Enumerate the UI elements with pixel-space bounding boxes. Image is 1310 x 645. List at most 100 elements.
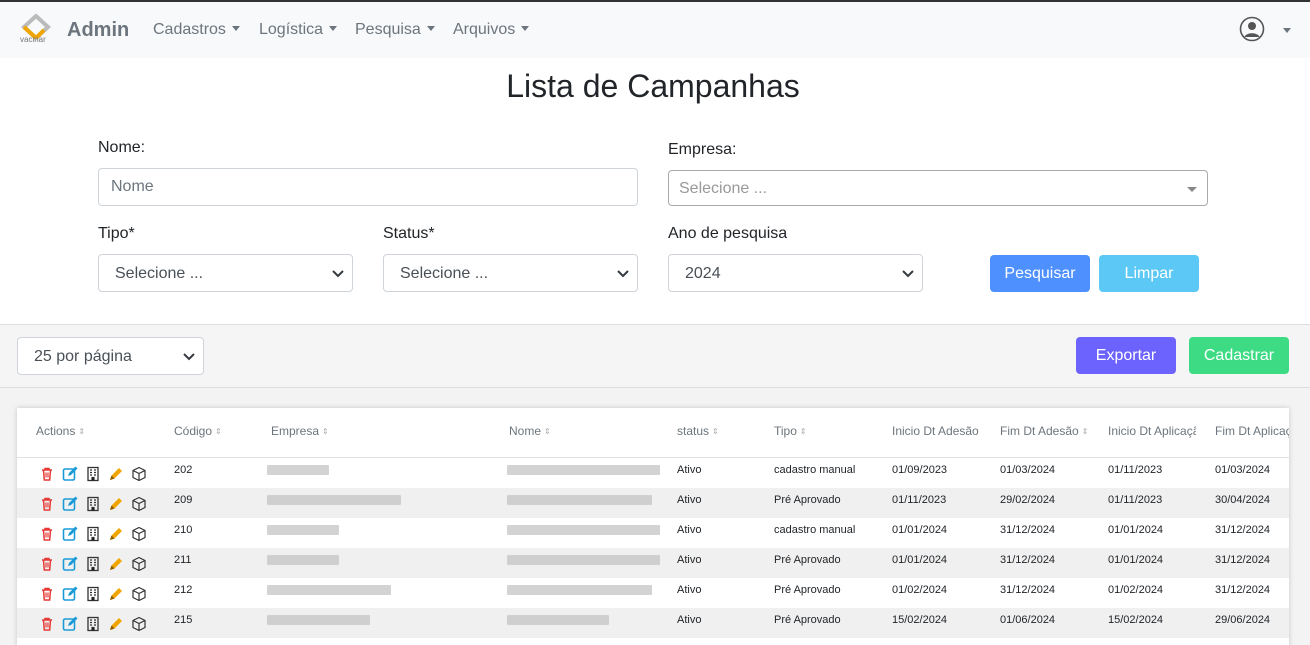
export-button[interactable]: Exportar xyxy=(1076,337,1176,374)
edit-icon[interactable] xyxy=(62,556,78,572)
cell-fim-aplicacao: 31/12/2024 xyxy=(1215,584,1271,596)
cell-tipo: cadastro manual xyxy=(774,464,856,476)
column-header-codigo[interactable]: Código ⇕ xyxy=(174,424,222,438)
column-header-actions[interactable]: Actions ⇕ xyxy=(36,424,85,438)
cell-tipo: Pré Aprovado xyxy=(774,554,841,566)
brand-title[interactable]: Admin xyxy=(67,19,129,42)
trash-icon[interactable] xyxy=(39,466,55,482)
box-icon[interactable] xyxy=(131,616,147,632)
column-header-fim-adesao[interactable]: Fim Dt Adesão ⇕ xyxy=(1000,424,1100,438)
table-row[interactable]: 202 Ativo cadastro manual 01/09/2023 01/03/2… xyxy=(17,458,1289,488)
create-button[interactable]: Cadastrar xyxy=(1189,337,1289,374)
column-header-fim-aplicacao[interactable]: Fim Dt Aplicação xyxy=(1215,424,1289,438)
cell-tipo: Pré Aprovado xyxy=(774,614,841,626)
pencil-icon[interactable] xyxy=(108,466,124,482)
status-select-value: Selecione ... xyxy=(400,265,489,282)
cell-fim-adesao: 01/06/2024 xyxy=(1000,614,1056,626)
table-row[interactable]: 215 Ativo Pré Aprovado 15/02/2024 01/06/2024… xyxy=(17,608,1289,638)
edit-icon[interactable] xyxy=(62,526,78,542)
column-header-empresa[interactable]: Empresa ⇕ xyxy=(271,424,329,438)
edit-icon[interactable] xyxy=(62,466,78,482)
trash-icon[interactable] xyxy=(39,586,55,602)
page-title: Lista de Campanhas xyxy=(506,68,800,104)
sort-icon: ⇕ xyxy=(215,427,222,436)
column-header-label: status xyxy=(677,424,710,438)
box-icon[interactable] xyxy=(131,466,147,482)
pencil-icon[interactable] xyxy=(108,556,124,572)
column-header-tipo[interactable]: Tipo ⇕ xyxy=(774,424,807,438)
cell-status: Ativo xyxy=(677,494,702,506)
building-icon[interactable] xyxy=(85,466,101,482)
box-icon[interactable] xyxy=(131,526,147,542)
chevron-down-icon xyxy=(231,26,240,31)
cell-status: Ativo xyxy=(677,464,702,476)
pencil-icon[interactable] xyxy=(108,526,124,542)
pencil-icon[interactable] xyxy=(108,496,124,512)
ano-select[interactable]: 2024 xyxy=(668,254,923,292)
redacted-nome xyxy=(507,465,660,475)
tipo-select-value: Selecione ... xyxy=(115,265,204,282)
ano-label: Ano de pesquisa xyxy=(668,225,788,242)
cell-codigo: 209 xyxy=(174,494,193,506)
edit-icon[interactable] xyxy=(62,586,78,602)
empresa-select[interactable]: Selecione ... xyxy=(668,170,1208,206)
building-icon[interactable] xyxy=(85,616,101,632)
table-row[interactable]: 212 Ativo Pré Aprovado 01/02/2024 31/12/2024… xyxy=(17,578,1289,608)
column-header-inicio-aplicacao[interactable]: Inicio Dt Aplicação xyxy=(1108,424,1196,438)
status-select[interactable]: Selecione ... xyxy=(383,254,638,292)
trash-icon[interactable] xyxy=(39,616,55,632)
user-avatar-icon[interactable] xyxy=(1239,16,1265,42)
cell-inicio-aplicacao: 01/01/2024 xyxy=(1108,524,1164,536)
redacted-empresa xyxy=(267,465,329,475)
column-header-nome[interactable]: Nome ⇕ xyxy=(509,424,551,438)
box-icon[interactable] xyxy=(131,586,147,602)
sort-icon: ⇕ xyxy=(1081,427,1089,436)
building-icon[interactable] xyxy=(85,586,101,602)
search-button[interactable]: Pesquisar xyxy=(990,255,1090,292)
nav-logistica-label: Logística xyxy=(259,21,324,38)
cell-inicio-aplicacao: 01/02/2024 xyxy=(1108,584,1164,596)
table-row[interactable]: 210 Ativo cadastro manual 01/01/2024 31/12/2… xyxy=(17,518,1289,548)
trash-icon[interactable] xyxy=(39,556,55,572)
cell-fim-aplicacao: 30/04/2024 xyxy=(1215,494,1271,506)
box-icon[interactable] xyxy=(131,556,147,572)
building-icon[interactable] xyxy=(85,496,101,512)
cell-fim-adesao: 01/03/2024 xyxy=(1000,464,1056,476)
chevron-down-icon xyxy=(329,26,338,31)
tipo-select[interactable]: Selecione ... xyxy=(98,254,353,292)
nav-arquivos[interactable]: Arquivos xyxy=(453,21,530,39)
trash-icon[interactable] xyxy=(39,526,55,542)
redacted-empresa xyxy=(267,615,370,625)
trash-icon[interactable] xyxy=(39,496,55,512)
clear-button[interactable]: Limpar xyxy=(1099,255,1199,292)
building-icon[interactable] xyxy=(85,556,101,572)
user-menu-chevron-icon[interactable] xyxy=(1283,28,1291,33)
table-row[interactable]: 211 Ativo Pré Aprovado 01/01/2024 31/12/2024… xyxy=(17,548,1289,578)
pencil-icon[interactable] xyxy=(108,616,124,632)
empresa-label: Empresa: xyxy=(668,141,737,158)
cell-inicio-adesao: 15/02/2024 xyxy=(892,614,948,626)
column-header-inicio-adesao[interactable]: Inicio Dt Adesão xyxy=(892,424,992,438)
nav-cadastros[interactable]: Cadastros xyxy=(153,21,240,39)
page-size-select[interactable]: 25 por página xyxy=(17,337,204,375)
nome-input[interactable] xyxy=(98,168,638,206)
table-row[interactable]: 209 Ativo Pré Aprovado 01/11/2023 29/02/2024… xyxy=(17,488,1289,518)
column-header-status[interactable]: status ⇕ xyxy=(677,424,719,438)
chevron-down-icon xyxy=(617,270,629,278)
pencil-icon[interactable] xyxy=(108,586,124,602)
redacted-nome xyxy=(507,585,652,595)
chevron-down-icon xyxy=(521,26,530,31)
nav-pesquisa[interactable]: Pesquisa xyxy=(355,21,435,39)
cell-inicio-adesao: 01/09/2023 xyxy=(892,464,948,476)
nav-logistica[interactable]: Logística xyxy=(259,21,338,39)
cell-inicio-adesao: 01/01/2024 xyxy=(892,554,948,566)
edit-icon[interactable] xyxy=(62,616,78,632)
nav-arquivos-label: Arquivos xyxy=(453,21,516,38)
page-size-value: 25 por página xyxy=(34,348,132,365)
column-header-label: Código xyxy=(174,424,213,438)
sort-icon: ⇕ xyxy=(712,427,719,436)
building-icon[interactable] xyxy=(85,526,101,542)
edit-icon[interactable] xyxy=(62,496,78,512)
ano-select-value: 2024 xyxy=(685,265,721,282)
box-icon[interactable] xyxy=(131,496,147,512)
